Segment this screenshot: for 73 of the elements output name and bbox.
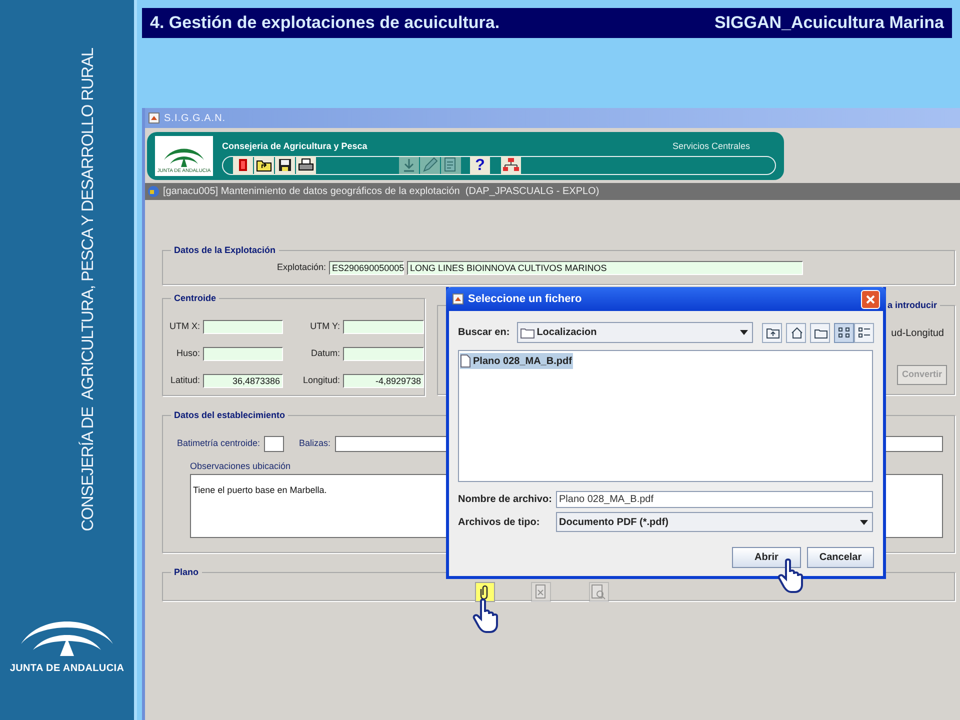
exit-button[interactable] [233,156,253,174]
globe-icon [147,185,160,198]
input-field[interactable]: ES290690050005 [329,260,404,274]
field-label: Huso: [175,347,200,360]
screen-title: [ganacu005] Mantenimiento de datos geográficos de la explotación (DAP_JPASCUALG - EXPLO) [163,185,600,199]
file-list[interactable]: Plano 028_MA_B.pdf [458,350,873,482]
slide-title: 4. Gestión de explotaciones de acuicultura. [150,12,500,34]
field-label: UTM X: [168,320,200,334]
app-icon [452,293,464,305]
cancel-button[interactable]: Cancelar [807,547,874,568]
window-title: S.I.G.G.A.N. [164,112,226,126]
pencil-icon [422,157,438,173]
input-field[interactable] [343,320,424,334]
paperclip-icon [480,584,490,598]
option-label: ud-Longitud [891,327,944,341]
field-label: Balizas: [299,437,331,450]
folder-icon [520,326,535,338]
file-icon [460,354,471,368]
input-field[interactable] [203,347,283,361]
open-button[interactable] [254,156,274,174]
print-button[interactable] [296,156,316,174]
file-name-field[interactable]: Plano 028_MA_B.pdf [556,491,873,508]
printer-icon [298,158,314,172]
document-cross-icon [534,584,548,600]
input-field[interactable]: 36,4873386 [203,374,283,388]
list-view-icon [856,325,872,340]
details-view-button[interactable] [854,322,874,342]
close-button[interactable] [861,290,880,308]
door-icon [236,158,250,172]
input-field[interactable] [343,347,424,361]
up-folder-button[interactable] [762,322,782,342]
tree-button[interactable] [501,156,521,174]
folder-icon [256,158,272,172]
field-label: Archivos de tipo: [458,516,541,530]
input-field[interactable] [203,320,283,334]
field-label: Observaciones ubicación [190,461,292,472]
dropdown-arrow-icon [860,520,868,524]
field-label: Batimetría centroide: [177,437,260,450]
field-label: Explotación: [277,260,326,274]
new-folder-button[interactable] [810,322,830,342]
folder-dropdown[interactable]: Localizacion [516,322,754,343]
down-arrow-icon [402,158,416,172]
field-label: Datum: [310,347,340,360]
attach-button[interactable] [475,582,495,602]
logo-text: JUNTA DE ANDALUCIA [10,662,124,676]
document-magnifier-icon [591,584,607,600]
input-field[interactable]: LONG LINES BIOINNOVA CULTIVOS MARINOS [407,260,804,274]
tree-diagram-icon [502,157,520,173]
help-button[interactable]: ? [470,156,490,174]
organization-name: Consejeria de Agricultura y Pesca [222,140,368,153]
home-button[interactable] [786,322,806,342]
unit-name: Servicios Centrales [672,140,750,153]
field-label: UTM Y: [309,320,340,334]
file-item[interactable]: Plano 028_MA_B.pdf [460,353,573,369]
list-view-button[interactable] [834,322,854,342]
side-title: CONSEJERÍA DE AGRICULTURA, PESCA Y DESARROLLO RURAL [78,48,98,532]
save-button[interactable] [275,156,295,174]
dropdown-arrow-icon [740,330,748,335]
grid-view-icon [836,325,852,340]
hand-cursor-icon [471,598,501,634]
input-field[interactable] [264,436,284,452]
app-icon [148,112,160,124]
close-icon [865,294,876,304]
field-label: Nombre de archivo: [458,493,553,507]
field-label: Latitud: [169,374,200,388]
field-label: Longitud: [302,374,340,388]
file-type-dropdown[interactable]: Documento PDF (*.pdf) [556,512,873,532]
look-in-label: Buscar en: [458,326,511,340]
open-button[interactable]: Abrir [732,547,801,568]
input-field[interactable]: -4,8929738 [343,374,424,388]
group-title: Datos de la Explotación [171,243,279,257]
dialog-title: Seleccione un fichero [468,292,583,307]
slide-subtitle: SIGGAN_Acuicultura Marina [714,12,944,34]
